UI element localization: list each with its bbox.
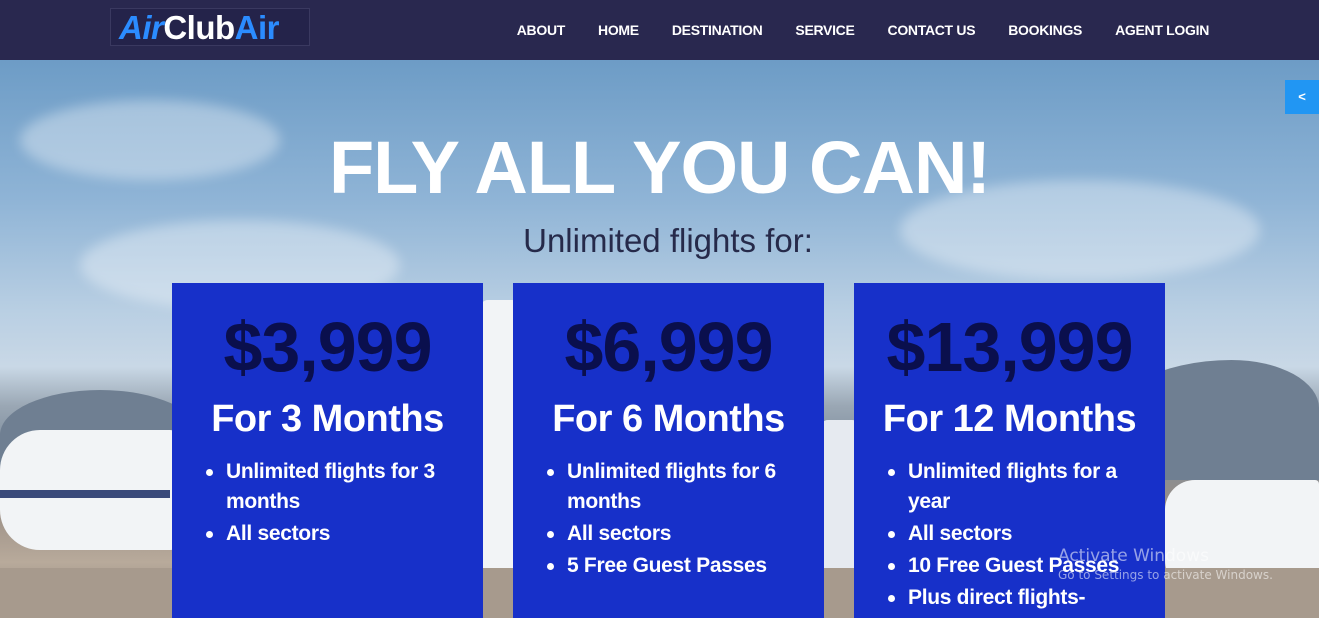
nav-link-service[interactable]: SERVICE bbox=[795, 22, 854, 38]
watermark-subtitle: Go to Settings to activate Windows. bbox=[1058, 568, 1273, 582]
plan-duration: For 12 Months bbox=[882, 398, 1137, 440]
nav-link-home[interactable]: HOME bbox=[598, 22, 639, 38]
side-panel-toggle-button[interactable]: < bbox=[1285, 80, 1319, 114]
plan-duration: For 6 Months bbox=[552, 398, 785, 440]
plan-feature-item: All sectors bbox=[206, 519, 453, 549]
hero-subheading: Unlimited flights for: bbox=[523, 222, 813, 259]
plan-feature-item: 5 Free Guest Passes bbox=[547, 551, 794, 581]
brand-logo[interactable]: AirClubAir bbox=[110, 8, 310, 46]
nav-link-destination[interactable]: DESTINATION bbox=[672, 22, 763, 38]
plan-feature-item: All sectors bbox=[547, 519, 794, 549]
plan-feature-list: Unlimited flights for 3 months All secto… bbox=[172, 457, 483, 549]
nav-menu: ABOUT HOME DESTINATION SERVICE CONTACT U… bbox=[484, 0, 1210, 60]
plan-feature-item: Unlimited flights for 6 months bbox=[547, 457, 794, 517]
plan-feature-item: All sectors bbox=[888, 519, 1135, 549]
hero-headline: FLY ALL YOU CAN! bbox=[328, 126, 991, 209]
plan-feature-list: Unlimited flights for a year All sectors… bbox=[854, 457, 1165, 613]
plan-price: $13,999 bbox=[886, 308, 1133, 386]
plan-feature-item: Plus direct flights- bbox=[888, 583, 1135, 613]
plan-card-3-months[interactable]: $3,999 For 3 Months Unlimited flights fo… bbox=[172, 283, 483, 618]
plan-price: $3,999 bbox=[223, 308, 432, 386]
top-navbar: AirClubAir ABOUT HOME DESTINATION SERVIC… bbox=[0, 0, 1319, 60]
nav-link-agent-login[interactable]: AGENT LOGIN bbox=[1115, 22, 1209, 38]
nav-link-bookings[interactable]: BOOKINGS bbox=[1008, 22, 1082, 38]
plan-card-6-months[interactable]: $6,999 For 6 Months Unlimited flights fo… bbox=[513, 283, 824, 618]
activate-windows-watermark: Activate Windows Go to Settings to activ… bbox=[1058, 546, 1273, 582]
watermark-title: Activate Windows bbox=[1058, 546, 1209, 566]
plan-feature-list: Unlimited flights for 6 months All secto… bbox=[513, 457, 824, 581]
plan-feature-item: Unlimited flights for a year bbox=[888, 457, 1135, 517]
logo-text-air-2: Air bbox=[234, 9, 280, 46]
nav-link-about[interactable]: ABOUT bbox=[517, 22, 566, 38]
nav-link-contact-us[interactable]: CONTACT US bbox=[888, 22, 976, 38]
aircraft-stripe bbox=[0, 490, 170, 498]
plan-price: $6,999 bbox=[564, 308, 773, 386]
plan-feature-item: Unlimited flights for 3 months bbox=[206, 457, 453, 517]
logo-text-air: Air bbox=[119, 9, 164, 46]
plan-duration: For 3 Months bbox=[211, 398, 444, 440]
logo-text-club: Club bbox=[163, 9, 235, 46]
